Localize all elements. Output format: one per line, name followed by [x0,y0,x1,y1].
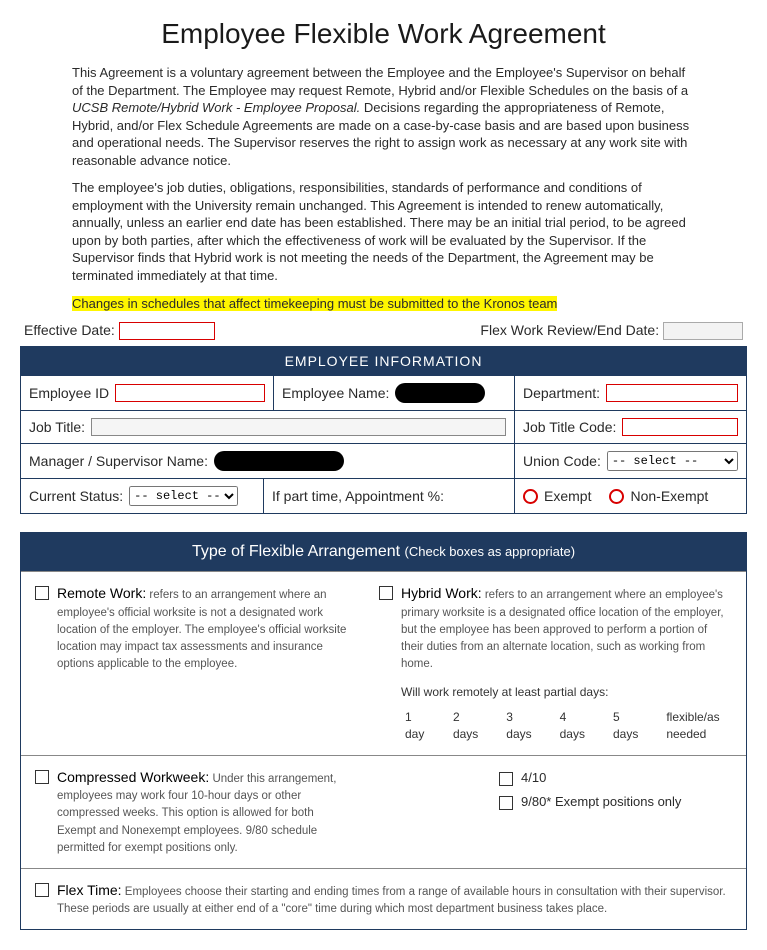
hybrid-day-4[interactable]: 4 days [560,709,585,743]
compressed-checkbox[interactable] [35,770,49,784]
flex-arr-header: Type of Flexible Arrangement (Check boxe… [21,533,746,571]
hybrid-day-3[interactable]: 3 days [506,709,531,743]
effective-date-label: Effective Date: [24,322,115,338]
flexible-arrangement-table: Type of Flexible Arrangement (Check boxe… [20,532,747,930]
employee-name-redacted [395,383,485,403]
hybrid-days-label: Will work remotely at least partial days… [401,684,732,701]
flextime-body: Employees choose their starting and endi… [57,886,726,916]
effective-date-group: Effective Date: [24,322,215,340]
remote-work-checkbox[interactable] [35,586,49,600]
review-date-input[interactable] [663,322,743,340]
remote-work-head: Remote Work: [57,585,146,601]
job-title-input[interactable] [91,418,506,436]
flex-arr-header-text: Type of Flexible Arrangement [192,543,400,560]
compressed-410-checkbox[interactable] [499,772,513,786]
hybrid-day-1[interactable]: 1 day [405,709,425,743]
page-title: Employee Flexible Work Agreement [20,18,747,50]
hybrid-day-5[interactable]: 5 days [613,709,638,743]
flex-arr-header-sub: (Check boxes as appropriate) [405,544,576,559]
intro-highlight: Changes in schedules that affect timekee… [72,296,557,311]
employee-info-table: EMPLOYEE INFORMATION Employee ID Employe… [20,346,747,514]
intro-p1: This Agreement is a voluntary agreement … [72,64,695,169]
manager-name-label: Manager / Supervisor Name: [29,453,208,469]
intro-p1-italic: UCSB Remote/Hybrid Work - Employee Propo… [72,100,360,115]
hybrid-day-2[interactable]: 2 days [453,709,478,743]
department-input[interactable] [606,384,738,402]
compressed-980-checkbox[interactable] [499,796,513,810]
manager-name-redacted [214,451,344,471]
effective-date-input[interactable] [119,322,215,340]
hybrid-days-options: 1 day 2 days 3 days 4 days 5 days flexib… [401,709,732,743]
job-title-code-label: Job Title Code: [523,419,616,435]
hybrid-work-head: Hybrid Work: [401,585,482,601]
flextime-checkbox[interactable] [35,883,49,897]
employee-id-label: Employee ID [29,385,109,401]
nonexempt-label: Non-Exempt [630,488,708,504]
intro-block: This Agreement is a voluntary agreement … [72,64,695,312]
review-date-group: Flex Work Review/End Date: [480,322,743,340]
hybrid-work-body: refers to an arrangement where an employ… [401,589,724,670]
exempt-radio[interactable] [523,489,538,504]
union-code-select[interactable]: -- select -- [607,451,738,471]
job-title-code-input[interactable] [622,418,738,436]
remote-work-body: refers to an arrangement where an employ… [57,589,346,670]
nonexempt-radio[interactable] [609,489,624,504]
hybrid-work-checkbox[interactable] [379,586,393,600]
parttime-label: If part time, Appointment %: [272,488,444,504]
compressed-980-label: 9/80* Exempt positions only [521,794,681,809]
nonexempt-radio-group[interactable]: Non-Exempt [609,488,708,504]
intro-p2: The employee's job duties, obligations, … [72,179,695,284]
department-label: Department: [523,385,600,401]
intro-p1a: This Agreement is a voluntary agreement … [72,65,688,98]
hybrid-day-flex[interactable]: flexible/as needed [666,709,732,743]
employee-name-label: Employee Name: [282,385,389,401]
employee-id-input[interactable] [115,384,265,402]
union-code-label: Union Code: [523,453,601,469]
job-title-label: Job Title: [29,419,85,435]
compressed-410-label: 4/10 [521,770,546,785]
current-status-select[interactable]: -- select -- [129,486,238,506]
dates-row: Effective Date: Flex Work Review/End Dat… [20,322,747,340]
employee-info-header: EMPLOYEE INFORMATION [21,347,746,375]
review-date-label: Flex Work Review/End Date: [480,322,659,338]
current-status-label: Current Status: [29,488,123,504]
compressed-head: Compressed Workweek: [57,769,209,785]
exempt-label: Exempt [544,488,591,504]
flextime-head: Flex Time: [57,882,122,898]
exempt-radio-group[interactable]: Exempt [523,488,591,504]
